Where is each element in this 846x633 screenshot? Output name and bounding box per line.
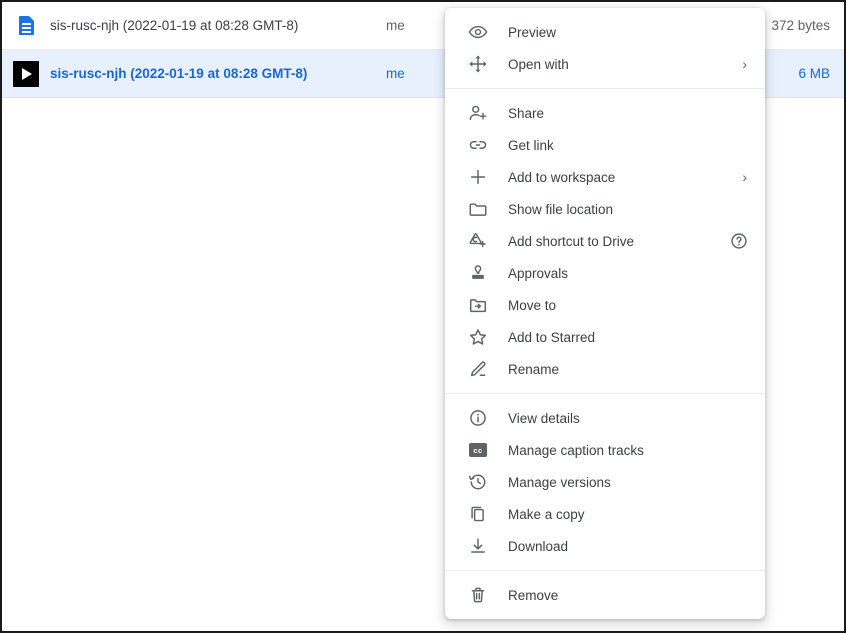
star-outline-icon	[467, 326, 489, 348]
menu-item-add-shortcut-to-drive[interactable]: Add shortcut to Drive	[445, 225, 765, 257]
menu-item-label: Add shortcut to Drive	[508, 234, 634, 249]
person-add-icon	[467, 102, 489, 124]
menu-item-label: Share	[508, 106, 544, 121]
pencil-icon	[467, 358, 489, 380]
chevron-right-icon: ›	[742, 57, 749, 71]
menu-item-label: Download	[508, 539, 568, 554]
menu-item-label: View details	[508, 411, 580, 426]
menu-item-get-link[interactable]: Get link	[445, 129, 765, 161]
closed-caption-icon: cc	[467, 439, 489, 461]
menu-item-rename[interactable]: Rename	[445, 353, 765, 385]
menu-item-label: Show file location	[508, 202, 613, 217]
chevron-right-icon: ›	[742, 170, 749, 184]
eye-icon	[467, 21, 489, 43]
menu-item-label: Add to Starred	[508, 330, 595, 345]
menu-item-move-to[interactable]: Move to	[445, 289, 765, 321]
menu-divider	[445, 393, 765, 394]
menu-item-approvals[interactable]: Approvals	[445, 257, 765, 289]
info-circle-icon	[467, 407, 489, 429]
menu-item-label: Remove	[508, 588, 558, 603]
file-name: sis-rusc-njh (2022-01-19 at 08:28 GMT-8)	[50, 66, 368, 81]
submenu-indicator: ›	[742, 57, 749, 71]
approvals-stamp-icon	[467, 262, 489, 284]
help-circle-icon[interactable]	[729, 231, 749, 251]
submenu-indicator: ›	[742, 170, 749, 184]
menu-item-add-to-workspace[interactable]: Add to workspace ›	[445, 161, 765, 193]
file-name: sis-rusc-njh (2022-01-19 at 08:28 GMT-8)	[50, 18, 368, 33]
move-to-folder-icon	[467, 294, 489, 316]
menu-item-add-to-starred[interactable]: Add to Starred	[445, 321, 765, 353]
menu-item-label: Move to	[508, 298, 556, 313]
menu-item-remove[interactable]: Remove	[445, 579, 765, 611]
history-clock-icon	[467, 471, 489, 493]
menu-item-label: Make a copy	[508, 507, 585, 522]
menu-item-label: Manage versions	[508, 475, 611, 490]
menu-item-label: Approvals	[508, 266, 568, 281]
drive-shortcut-add-icon	[467, 230, 489, 252]
folder-icon	[467, 198, 489, 220]
menu-item-label: Manage caption tracks	[508, 443, 644, 458]
file-context-menu[interactable]: Preview Open with › Share Get link Add to wor…	[445, 8, 765, 619]
menu-item-open-with[interactable]: Open with ›	[445, 48, 765, 80]
menu-section: View details cc Manage caption tracks Manag…	[445, 402, 765, 562]
video-file-icon	[2, 61, 50, 87]
menu-item-download[interactable]: Download	[445, 530, 765, 562]
plus-icon	[467, 166, 489, 188]
download-icon	[467, 535, 489, 557]
menu-section: Remove	[445, 579, 765, 611]
menu-item-make-a-copy[interactable]: Make a copy	[445, 498, 765, 530]
menu-item-label: Rename	[508, 362, 559, 377]
menu-item-preview[interactable]: Preview	[445, 16, 765, 48]
menu-section: Preview Open with ›	[445, 16, 765, 80]
menu-item-label: Preview	[508, 25, 556, 40]
menu-item-view-details[interactable]: View details	[445, 402, 765, 434]
menu-section: Share Get link Add to workspace › Show file …	[445, 97, 765, 385]
menu-item-manage-caption-tracks[interactable]: cc Manage caption tracks	[445, 434, 765, 466]
menu-divider	[445, 88, 765, 89]
link-icon	[467, 134, 489, 156]
menu-item-label: Get link	[508, 138, 554, 153]
drive-file-browser-window: sis-rusc-njh (2022-01-19 at 08:28 GMT-8)…	[0, 0, 846, 633]
open-with-arrows-icon	[467, 53, 489, 75]
menu-item-share[interactable]: Share	[445, 97, 765, 129]
menu-item-manage-versions[interactable]: Manage versions	[445, 466, 765, 498]
menu-item-show-file-location[interactable]: Show file location	[445, 193, 765, 225]
menu-item-label: Add to workspace	[508, 170, 615, 185]
trash-icon	[467, 584, 489, 606]
menu-divider	[445, 570, 765, 571]
google-docs-icon	[2, 16, 50, 35]
menu-item-label: Open with	[508, 57, 569, 72]
copy-icon	[467, 503, 489, 525]
